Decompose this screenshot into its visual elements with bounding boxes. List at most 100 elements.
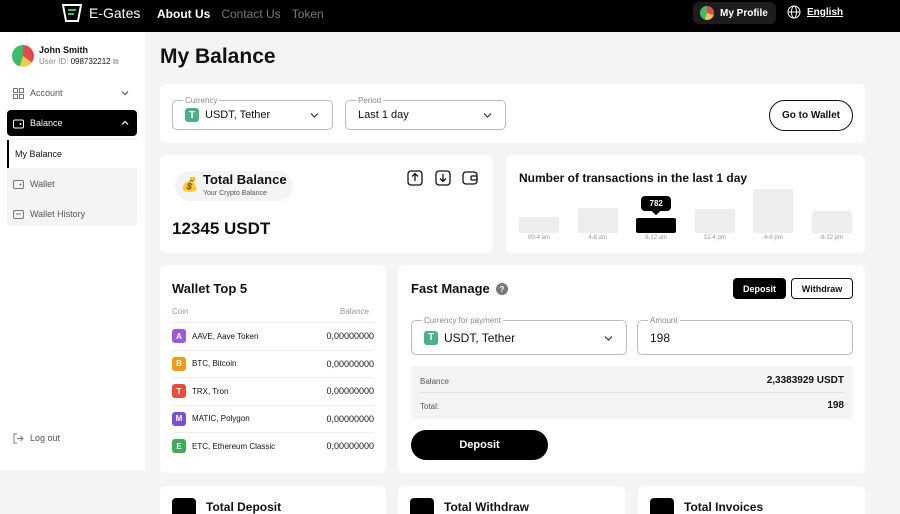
table-row[interactable]: T TRX, Tron 0,00000000 (172, 377, 374, 404)
download-icon[interactable] (435, 170, 451, 186)
sidebar-item-wallet-history[interactable]: Wallet History (7, 200, 137, 228)
amount-value: 198 (650, 330, 671, 345)
language-selector[interactable]: English (787, 5, 843, 19)
sidebar-item-label: Wallet (30, 179, 55, 189)
user-info: John Smith User ID: 098732212 ⧉ (12, 45, 119, 67)
coin-icon: B (172, 356, 186, 371)
tab-deposit[interactable]: Deposit (733, 278, 786, 299)
top-bar: E-Gates About Us Contact Us Token My Pro… (0, 0, 900, 32)
logout-button[interactable]: Log out (7, 425, 137, 451)
total-invoices-title: Total Invoices (684, 500, 764, 514)
chart-bar[interactable] (694, 209, 735, 233)
period-value-wrap: Last 1 day (358, 101, 409, 129)
coin-balance: 0,00000000 (326, 386, 374, 396)
total-withdraw-title: Total Withdraw (444, 500, 529, 514)
invoice-icon (650, 498, 674, 514)
coin-name: ETC, Ethereum Classic (192, 441, 276, 451)
chart-tick-label: 8-12 pm (820, 235, 843, 241)
chart-bar[interactable] (636, 218, 677, 233)
chevron-up-icon (121, 120, 129, 125)
coin-icon: T (172, 384, 186, 398)
nav-about-us[interactable]: About Us (157, 7, 210, 21)
coin-name: TRX, Tron (192, 386, 229, 396)
chart-bar[interactable] (519, 217, 559, 233)
transactions-chart-card: Number of transactions in the last 1 day… (506, 155, 865, 253)
balance-submenu: My Balance Wallet Wallet History (7, 138, 137, 226)
user-id-value: 098732212 (70, 57, 111, 66)
sidebar-item-label: My Balance (15, 149, 63, 159)
deposit-icon (172, 498, 196, 514)
sidebar-item-account[interactable]: Account (7, 80, 137, 106)
col-coin: Coin (172, 307, 189, 316)
deposit-button[interactable]: Deposit (411, 430, 548, 460)
wallet-icon (13, 179, 24, 189)
chevron-down-icon (121, 91, 129, 96)
chart-tick-label: 8-12 am (645, 235, 668, 241)
payment-currency-select[interactable]: Currency for payment T USDT, Tether (411, 316, 627, 355)
chevron-down-icon (604, 335, 613, 341)
total-invoices-card[interactable]: Total Invoices (638, 486, 865, 514)
coin-balance: 0,00000000 (326, 358, 374, 369)
total-withdraw-card[interactable]: Total Withdraw (398, 486, 625, 514)
globe-icon (787, 5, 801, 19)
currency-value: USDT, Tether (205, 109, 271, 121)
coin-balance: 0,00000000 (326, 413, 374, 424)
total-deposit-card[interactable]: Total Deposit (160, 486, 386, 514)
coin-icon: A (172, 329, 186, 343)
fast-manage-title: Fast Manage (411, 281, 490, 296)
sidebar-item-label: Balance (30, 118, 63, 128)
table-row[interactable]: M MATIC, Polygon 0,00000000 (172, 404, 374, 432)
copy-icon[interactable]: ⧉ (113, 57, 119, 66)
wallet-icon[interactable] (462, 170, 478, 186)
table-row[interactable]: E ETC, Ethereum Classic 0,00000000 (172, 432, 374, 459)
upload-icon[interactable] (407, 170, 423, 186)
period-select[interactable]: Period Last 1 day (345, 96, 506, 130)
payment-currency-value: USDT, Tether (444, 330, 516, 345)
nav-contact-us[interactable]: Contact Us (221, 7, 280, 21)
sidebar-item-label: Account (30, 88, 63, 98)
tether-icon: T (185, 108, 199, 122)
tether-icon: T (424, 330, 438, 345)
amount-field[interactable]: Amount 198 (637, 316, 853, 355)
chart-bar[interactable] (753, 189, 794, 233)
chart-title: Number of transactions in the last 1 day (519, 171, 748, 185)
summary-total-value: 198 (827, 400, 844, 411)
chart-tick-label: 4-8 pm (764, 235, 783, 241)
coin-balance: 0,00000000 (326, 331, 374, 341)
grid-icon (13, 87, 24, 99)
payment-currency-value-wrap: T USDT, Tether (424, 321, 515, 354)
language-label: English (807, 6, 844, 18)
chart-tick-label: 4-8 am (588, 235, 607, 241)
chevron-down-icon (310, 113, 319, 118)
my-profile-label: My Profile (720, 7, 768, 19)
wallet-top-title: Wallet Top 5 (172, 281, 248, 296)
help-icon[interactable]: ? (496, 283, 508, 295)
summary-total-label: Total: (420, 402, 440, 411)
wallet-icon (13, 119, 24, 128)
currency-select[interactable]: Currency T USDT, Tether (172, 96, 333, 130)
chart-bar[interactable] (577, 208, 618, 233)
chart-tick-label: 00-4 am (527, 235, 550, 241)
total-balance-subtitle: Your Crypto Balance (203, 190, 267, 197)
sidebar-item-balance[interactable]: Balance (7, 110, 137, 136)
history-icon (13, 209, 24, 219)
chart-bar[interactable] (812, 211, 852, 233)
table-row[interactable]: B BTC, Bitcoin 0,00000000 (172, 349, 374, 377)
nav-token[interactable]: Token (292, 7, 324, 21)
sidebar-item-my-balance[interactable]: My Balance (7, 140, 137, 168)
go-to-wallet-button[interactable]: Go to Wallet (769, 100, 853, 131)
logout-label: Log out (30, 433, 61, 443)
avatar (12, 45, 34, 67)
coin-icon: E (172, 439, 186, 453)
total-balance-title: Total Balance (203, 172, 287, 187)
tab-withdraw[interactable]: Withdraw (791, 278, 853, 299)
withdraw-icon (410, 498, 434, 514)
brand-logo[interactable]: E-Gates (61, 3, 140, 23)
user-name: John Smith (39, 45, 88, 55)
summary-balance-row: Balance 2,3383929 USDT (420, 375, 844, 386)
brand-logo-icon (61, 4, 83, 22)
table-row[interactable]: A AAVE, Aave Token 0,00000000 (172, 322, 374, 349)
user-id: User ID: 098732212 ⧉ (39, 57, 119, 67)
my-profile-button[interactable]: My Profile (693, 2, 776, 24)
sidebar-item-wallet[interactable]: Wallet (7, 170, 137, 198)
